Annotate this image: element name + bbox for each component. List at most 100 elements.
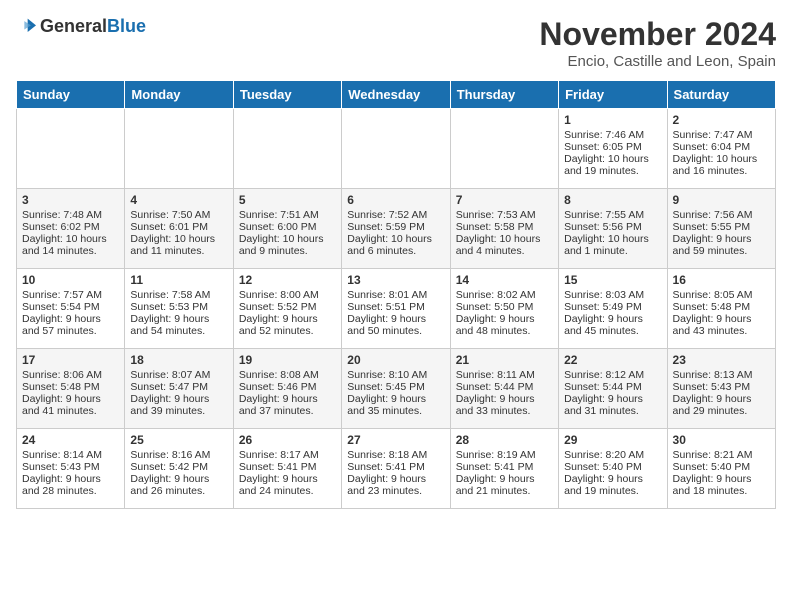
day-info: Sunrise: 7:47 AM [673, 129, 770, 141]
day-info: Sunset: 5:45 PM [347, 381, 444, 393]
day-number: 23 [673, 353, 770, 367]
day-info: Daylight: 9 hours and 28 minutes. [22, 473, 119, 497]
calendar-cell: 27Sunrise: 8:18 AMSunset: 5:41 PMDayligh… [342, 429, 450, 509]
day-info: Sunrise: 8:10 AM [347, 369, 444, 381]
day-info: Sunset: 5:40 PM [673, 461, 770, 473]
calendar-cell: 19 Sunrise: 8:08 AMSunset: 5:46 PMDayligh… [233, 349, 341, 429]
day-info: Daylight: 9 hours and 43 minutes. [673, 313, 770, 337]
day-info: Sunset: 5:53 PM [130, 301, 227, 313]
day-number: 26 [239, 433, 336, 447]
day-number: 28 [456, 433, 553, 447]
day-info: Sunset: 6:04 PM [673, 141, 770, 153]
calendar-cell: 29Sunrise: 8:20 AMSunset: 5:40 PMDayligh… [559, 429, 667, 509]
day-info: Sunset: 6:02 PM [22, 221, 119, 233]
calendar-cell: 25 Sunrise: 8:16 AMSunset: 5:42 PMDayligh… [125, 429, 233, 509]
day-number: 12 [239, 273, 336, 287]
calendar-cell: 16Sunrise: 8:05 AMSunset: 5:48 PMDayligh… [667, 269, 775, 349]
day-info: Daylight: 10 hours and 14 minutes. [22, 233, 119, 257]
day-info: Sunrise: 7:48 AM [22, 209, 119, 221]
day-info: Sunrise: 8:14 AM [22, 449, 119, 461]
day-info: Daylight: 10 hours and 16 minutes. [673, 153, 770, 177]
day-info: Sunrise: 8:00 AM [239, 289, 336, 301]
day-number: 4 [130, 193, 227, 207]
calendar-cell: 7Sunrise: 7:53 AMSunset: 5:58 PMDaylight… [450, 189, 558, 269]
day-info: Sunrise: 8:16 AM [130, 449, 227, 461]
day-info: Daylight: 10 hours and 19 minutes. [564, 153, 661, 177]
day-info: Sunset: 5:51 PM [347, 301, 444, 313]
day-info: Sunrise: 8:06 AM [22, 369, 119, 381]
calendar-cell: 23Sunrise: 8:13 AMSunset: 5:43 PMDayligh… [667, 349, 775, 429]
day-number: 5 [239, 193, 336, 207]
day-info: Sunset: 5:54 PM [22, 301, 119, 313]
day-info: Sunrise: 7:57 AM [22, 289, 119, 301]
day-info: Sunrise: 8:02 AM [456, 289, 553, 301]
day-info: Sunrise: 8:13 AM [673, 369, 770, 381]
day-info: Sunset: 5:46 PM [239, 381, 336, 393]
day-info: Sunrise: 7:58 AM [130, 289, 227, 301]
day-number: 8 [564, 193, 661, 207]
calendar-cell: 12Sunrise: 8:00 AMSunset: 5:52 PMDayligh… [233, 269, 341, 349]
calendar-cell: 28Sunrise: 8:19 AMSunset: 5:41 PMDayligh… [450, 429, 558, 509]
day-number: 16 [673, 273, 770, 287]
calendar-cell [450, 109, 558, 189]
day-info: Sunset: 5:40 PM [564, 461, 661, 473]
day-info: Sunset: 5:50 PM [456, 301, 553, 313]
day-info: Daylight: 9 hours and 23 minutes. [347, 473, 444, 497]
day-info: Sunrise: 8:08 AM [239, 369, 336, 381]
calendar-cell [233, 109, 341, 189]
calendar-table: SundayMondayTuesdayWednesdayThursdayFrid… [16, 80, 776, 509]
calendar-cell: 5Sunrise: 7:51 AMSunset: 6:00 PMDaylight… [233, 189, 341, 269]
logo-text: GeneralBlue [40, 16, 146, 37]
day-info: Sunrise: 8:17 AM [239, 449, 336, 461]
calendar-cell: 13Sunrise: 8:01 AMSunset: 5:51 PMDayligh… [342, 269, 450, 349]
day-number: 17 [22, 353, 119, 367]
day-info: Sunset: 6:01 PM [130, 221, 227, 233]
day-info: Daylight: 9 hours and 26 minutes. [130, 473, 227, 497]
calendar-cell: 11Sunrise: 7:58 AMSunset: 5:53 PMDayligh… [125, 269, 233, 349]
day-info: Daylight: 9 hours and 59 minutes. [673, 233, 770, 257]
day-info: Sunset: 5:56 PM [564, 221, 661, 233]
day-info: Daylight: 9 hours and 48 minutes. [456, 313, 553, 337]
day-number: 29 [564, 433, 661, 447]
day-info: Daylight: 9 hours and 33 minutes. [456, 393, 553, 417]
calendar-cell: 21Sunrise: 8:11 AMSunset: 5:44 PMDayligh… [450, 349, 558, 429]
calendar-cell: 20Sunrise: 8:10 AMSunset: 5:45 PMDayligh… [342, 349, 450, 429]
day-number: 14 [456, 273, 553, 287]
day-number: 20 [347, 353, 444, 367]
day-number: 30 [673, 433, 770, 447]
day-number: 27 [347, 433, 444, 447]
day-number: 13 [347, 273, 444, 287]
calendar-cell: 22Sunrise: 8:12 AMSunset: 5:44 PMDayligh… [559, 349, 667, 429]
page-header: GeneralBlue November 2024 Encio, Castill… [16, 16, 776, 70]
day-info: Sunset: 5:47 PM [130, 381, 227, 393]
calendar-cell: 30 Sunrise: 8:21 AMSunset: 5:40 PMDayligh… [667, 429, 775, 509]
day-info: Sunset: 5:41 PM [347, 461, 444, 473]
day-info: Daylight: 10 hours and 1 minute. [564, 233, 661, 257]
day-info: Sunrise: 8:11 AM [456, 369, 553, 381]
day-info: Daylight: 10 hours and 9 minutes. [239, 233, 336, 257]
calendar-week-row: 3Sunrise: 7:48 AMSunset: 6:02 PMDaylight… [17, 189, 776, 269]
weekday-header: Sunday [17, 81, 125, 109]
day-number: 19 [239, 353, 336, 367]
logo-icon [16, 17, 36, 37]
day-info: Daylight: 9 hours and 45 minutes. [564, 313, 661, 337]
day-info: Sunrise: 7:51 AM [239, 209, 336, 221]
day-info: Sunrise: 8:20 AM [564, 449, 661, 461]
day-info: Daylight: 9 hours and 41 minutes. [22, 393, 119, 417]
day-info: Sunrise: 8:01 AM [347, 289, 444, 301]
calendar-cell: 6Sunrise: 7:52 AMSunset: 5:59 PMDaylight… [342, 189, 450, 269]
day-number: 3 [22, 193, 119, 207]
calendar-cell: 3 Sunrise: 7:48 AMSunset: 6:02 PMDaylight… [17, 189, 125, 269]
day-number: 18 [130, 353, 227, 367]
calendar-cell: 1Sunrise: 7:46 AMSunset: 6:05 PMDaylight… [559, 109, 667, 189]
day-number: 25 [130, 433, 227, 447]
day-info: Daylight: 9 hours and 37 minutes. [239, 393, 336, 417]
day-info: Sunrise: 8:21 AM [673, 449, 770, 461]
month-title: November 2024 [539, 16, 776, 53]
day-number: 11 [130, 273, 227, 287]
day-info: Daylight: 9 hours and 18 minutes. [673, 473, 770, 497]
day-info: Sunset: 5:43 PM [22, 461, 119, 473]
day-number: 2 [673, 113, 770, 127]
logo-blue: Blue [107, 16, 146, 36]
day-info: Sunset: 5:42 PM [130, 461, 227, 473]
